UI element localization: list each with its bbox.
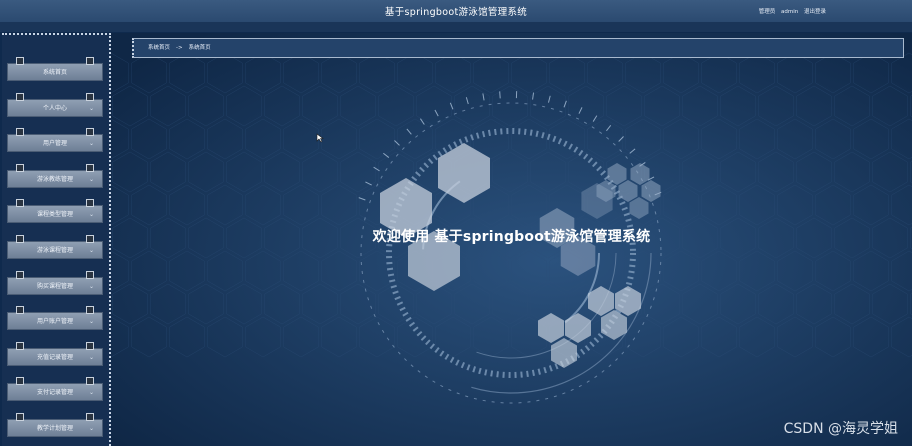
clip-icon bbox=[16, 235, 24, 243]
clip-icon bbox=[16, 341, 24, 350]
clip-icon bbox=[16, 163, 24, 172]
user-area: 管理员 admin 退出登录 bbox=[755, 7, 826, 15]
sidebar-item-label: 用户账户管理 bbox=[36, 318, 73, 326]
sidebar-item[interactable]: 充值记录管理 ⌄ bbox=[7, 341, 103, 366]
clip-icon bbox=[16, 413, 24, 421]
chevron-down-icon: ⌄ bbox=[88, 282, 94, 290]
welcome-message: 欢迎使用 基于springboot游泳馆管理系统 bbox=[372, 229, 651, 245]
sidebar-item[interactable]: 支付记录管理 ⌄ bbox=[7, 377, 103, 402]
chevron-down-icon: ⌄ bbox=[88, 175, 94, 183]
clip-icon bbox=[16, 57, 24, 65]
sidebar-item-label: 教学计划管理 bbox=[36, 425, 73, 432]
chevron-down-icon: ⌄ bbox=[88, 353, 94, 361]
sidebar-item-label: 课程类型管理 bbox=[36, 211, 73, 219]
chevron-down-icon: ⌄ bbox=[88, 247, 94, 254]
sidebar: 系统首页 个人中心 ⌄ 用户管理 ⌄ 游泳教练管理 ⌄ 课程类型管理 ⌄ 游泳课程管理 ⌄ 购买课程管… bbox=[2, 33, 111, 446]
sidebar-item[interactable]: 系统首页 bbox=[7, 57, 103, 81]
sidebar-item[interactable]: 个人中心 ⌄ bbox=[7, 92, 103, 117]
breadcrumb-home[interactable]: 系统首页 bbox=[148, 45, 170, 51]
clip-icon bbox=[86, 57, 94, 65]
sidebar-item[interactable]: 课程类型管理 ⌄ bbox=[7, 199, 103, 224]
header-stripe bbox=[0, 22, 912, 32]
sidebar-item[interactable]: 购买课程管理 ⌄ bbox=[7, 270, 103, 295]
clip-icon bbox=[16, 377, 24, 386]
sidebar-item-label: 游泳教练管理 bbox=[36, 175, 73, 183]
sidebar-item[interactable]: 游泳教练管理 ⌄ bbox=[7, 163, 103, 188]
clip-icon bbox=[16, 92, 24, 101]
clip-icon bbox=[16, 270, 24, 279]
clip-icon bbox=[16, 199, 24, 208]
user-name: admin bbox=[781, 9, 799, 15]
watermark: CSDN @海灵学姐 bbox=[783, 421, 898, 437]
chevron-down-icon: ⌄ bbox=[88, 211, 94, 219]
sidebar-item-label: 游泳课程管理 bbox=[36, 247, 73, 254]
clip-icon bbox=[16, 128, 24, 137]
breadcrumb-current: 系统首页 bbox=[188, 45, 211, 51]
breadcrumb-separator: -> bbox=[176, 45, 183, 51]
chevron-down-icon: ⌄ bbox=[88, 425, 94, 432]
main-content: 系统首页 -> 系统首页 欢迎使用 基于springboot游泳馆管理系统 bbox=[111, 33, 912, 446]
sidebar-item-label: 系统首页 bbox=[42, 69, 67, 76]
breadcrumb: 系统首页 -> 系统首页 bbox=[132, 38, 904, 58]
sidebar-item[interactable]: 游泳课程管理 ⌄ bbox=[7, 235, 103, 259]
mouse-cursor-icon bbox=[316, 133, 324, 143]
sidebar-item[interactable]: 教学计划管理 ⌄ bbox=[7, 413, 103, 437]
logout-link[interactable]: 退出登录 bbox=[804, 9, 826, 15]
sidebar-item-label: 支付记录管理 bbox=[36, 389, 73, 397]
chevron-down-icon: ⌄ bbox=[88, 318, 94, 326]
sidebar-item-label: 个人中心 bbox=[42, 104, 67, 112]
chevron-down-icon: ⌄ bbox=[88, 389, 94, 397]
sidebar-item[interactable]: 用户管理 ⌄ bbox=[7, 128, 103, 153]
clip-icon bbox=[16, 306, 24, 315]
sidebar-item[interactable]: 用户账户管理 ⌄ bbox=[7, 306, 103, 331]
chevron-down-icon: ⌄ bbox=[88, 140, 94, 148]
sidebar-item-label: 购买课程管理 bbox=[36, 282, 73, 290]
chevron-down-icon: ⌄ bbox=[88, 104, 94, 112]
sidebar-item-label: 用户管理 bbox=[42, 140, 67, 148]
user-role: 管理员 bbox=[758, 9, 776, 15]
top-bar: 基于springboot游泳馆管理系统 管理员 admin 退出登录 bbox=[0, 0, 912, 23]
sidebar-item-label: 充值记录管理 bbox=[36, 353, 73, 361]
